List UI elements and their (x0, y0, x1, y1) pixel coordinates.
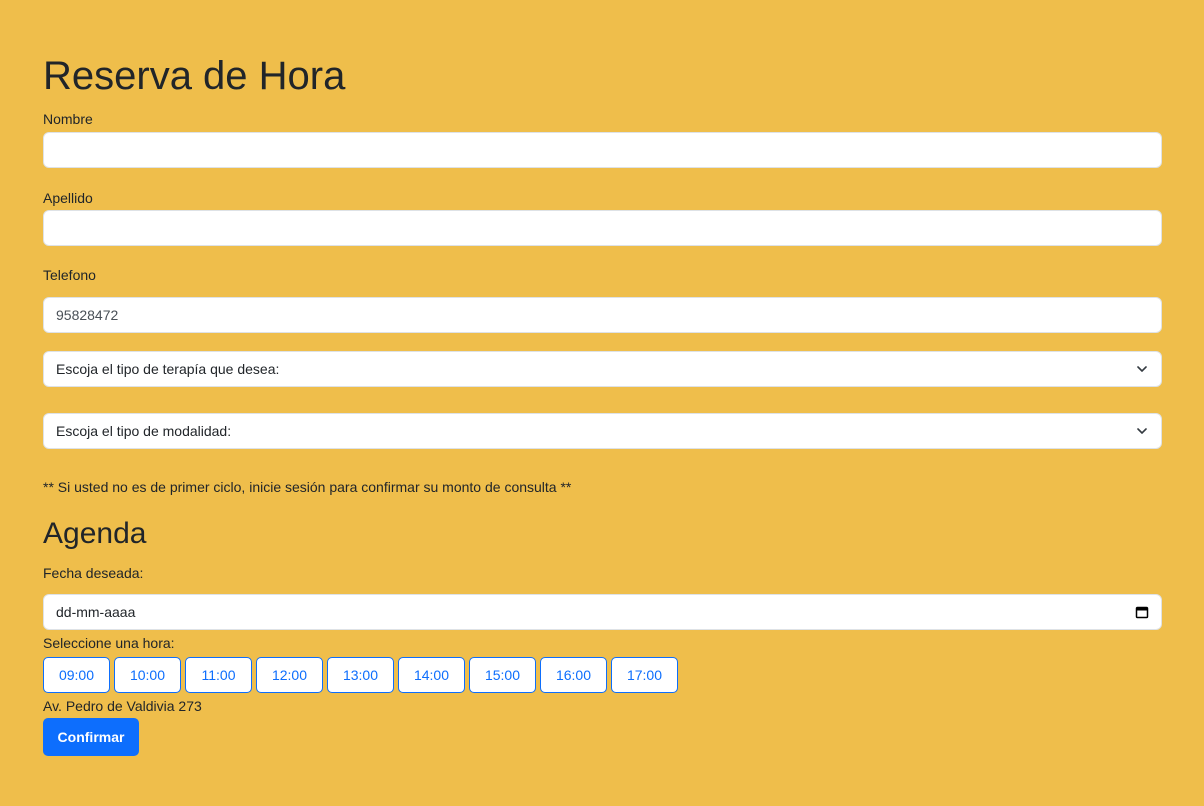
hour-button-1200[interactable]: 12:00 (256, 657, 323, 693)
hour-button-1100[interactable]: 11:00 (185, 657, 252, 693)
confirm-button[interactable]: Confirmar (43, 718, 139, 756)
modalidad-select-value: Escoja el tipo de modalidad: (56, 423, 232, 439)
address-text: Av. Pedro de Valdivia 273 (43, 698, 202, 714)
calendar-icon[interactable] (1135, 605, 1149, 619)
terapia-select-value: Escoja el tipo de terapía que desea: (56, 361, 280, 377)
nombre-input[interactable] (43, 132, 1162, 168)
chevron-down-icon (1135, 424, 1149, 438)
fecha-input[interactable]: dd-mm-aaaa (43, 594, 1162, 630)
hour-button-1300[interactable]: 13:00 (327, 657, 394, 693)
hour-button-1700[interactable]: 17:00 (611, 657, 678, 693)
hour-button-1400[interactable]: 14:00 (398, 657, 465, 693)
telefono-input[interactable]: 95828472 (43, 297, 1162, 333)
page-title: Reserva de Hora (43, 54, 346, 98)
hour-button-0900[interactable]: 09:00 (43, 657, 110, 693)
terapia-select[interactable]: Escoja el tipo de terapía que desea: (43, 351, 1162, 387)
hour-button-1500[interactable]: 15:00 (469, 657, 536, 693)
apellido-label: Apellido (43, 190, 93, 206)
hour-button-1000[interactable]: 10:00 (114, 657, 181, 693)
agenda-title: Agenda (43, 517, 147, 550)
hour-options: 09:00 10:00 11:00 12:00 13:00 14:00 15:00 16:00… (43, 657, 678, 693)
modalidad-select[interactable]: Escoja el tipo de modalidad: (43, 413, 1162, 449)
telefono-label: Telefono (43, 267, 96, 283)
fecha-placeholder: dd-mm-aaaa (56, 604, 136, 620)
hora-label: Seleccione una hora: (43, 635, 175, 651)
telefono-value: 95828472 (56, 307, 119, 323)
hour-button-1600[interactable]: 16:00 (540, 657, 607, 693)
nombre-label: Nombre (43, 111, 93, 127)
fecha-label: Fecha deseada: (43, 565, 144, 581)
login-note: ** Si usted no es de primer ciclo, inici… (43, 479, 572, 495)
apellido-input[interactable] (43, 210, 1162, 246)
chevron-down-icon (1135, 362, 1149, 376)
